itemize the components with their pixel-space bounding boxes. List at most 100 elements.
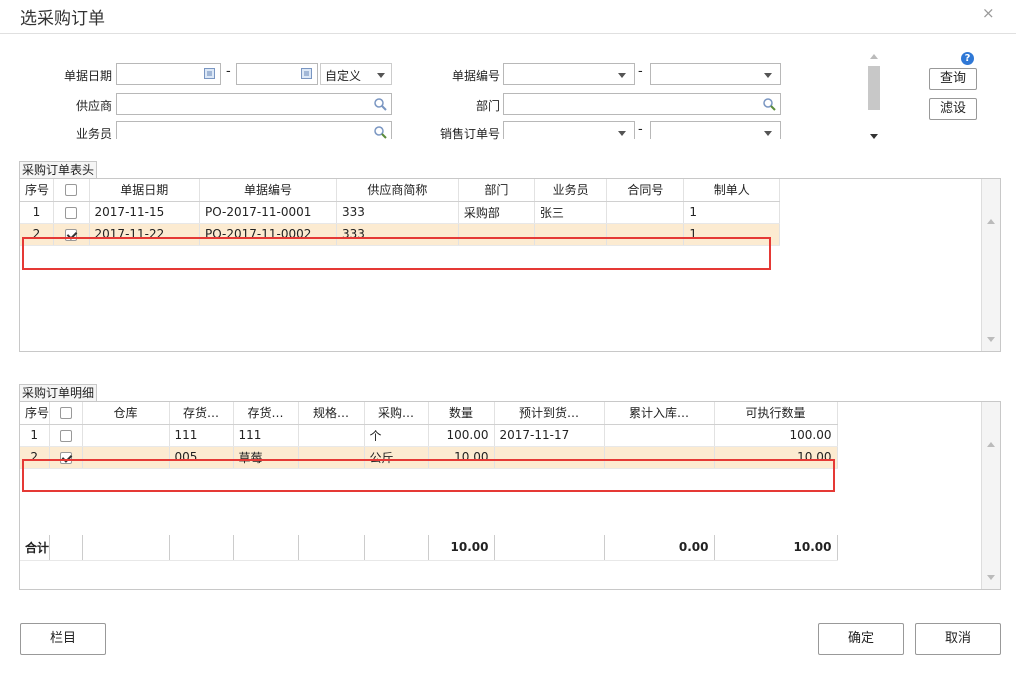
column-header[interactable]: 序号 (20, 179, 54, 202)
checkbox-unchecked[interactable] (59, 429, 72, 442)
total-value: 10.00 (428, 533, 495, 561)
filter-settings-button[interactable]: 滤设 (929, 98, 977, 120)
dept-label: 部门 (475, 99, 500, 113)
total-cell (364, 533, 429, 561)
checkbox-unchecked[interactable] (65, 206, 78, 219)
selected-detail-row-highlight (22, 459, 835, 492)
row-seq: 1 (20, 424, 50, 447)
title-divider (0, 33, 1016, 34)
row-checkbox-cell[interactable] (49, 424, 83, 447)
so-from-select[interactable] (503, 121, 635, 139)
cell-no: PO-2017-11-0001 (199, 201, 337, 224)
total-value: 0.00 (604, 533, 715, 561)
select-all-checkbox[interactable] (65, 184, 78, 197)
column-header[interactable]: 存货… (169, 402, 234, 425)
ok-button[interactable]: 确定 (818, 623, 904, 655)
chevron-down-icon (764, 131, 772, 136)
so-label: 销售订单号 (439, 127, 500, 141)
column-header[interactable] (49, 402, 83, 425)
cell-wh (82, 424, 170, 447)
column-header[interactable]: 制单人 (683, 179, 780, 202)
total-cell (169, 533, 234, 561)
supplier-input[interactable] (116, 93, 392, 115)
cancel-button[interactable]: 取消 (915, 623, 1001, 655)
column-header[interactable]: 单据编号 (199, 179, 337, 202)
table-row[interactable]: 1 2017-11-15 PO-2017-11-0001 333 采购部 张三 1 (20, 201, 780, 224)
columns-button[interactable]: 栏目 (20, 623, 106, 655)
so-dash: - (638, 122, 643, 137)
clerk-input[interactable] (116, 121, 392, 139)
query-button[interactable]: 查询 (929, 68, 977, 90)
chevron-down-icon (618, 73, 626, 78)
search-icon[interactable] (762, 97, 776, 111)
cell-clerk: 张三 (534, 201, 608, 224)
empty-row (20, 512, 837, 534)
total-cell (49, 533, 83, 561)
scroll-down-icon[interactable] (870, 134, 878, 139)
total-cell (494, 533, 605, 561)
detail-grid: 序号 仓库 存货… 存货… 规格… 采购… 数量 预计到货… 累计入库… 可执行数量 1 111 11… (19, 401, 1001, 590)
column-header[interactable]: 累计入库… (604, 402, 715, 425)
total-cell (233, 533, 299, 561)
calendar-icon[interactable] (204, 68, 215, 79)
date-from-input[interactable] (116, 63, 221, 85)
scrollbar-thumb[interactable] (868, 66, 880, 110)
docno-from-select[interactable] (503, 63, 635, 85)
scroll-down-icon[interactable] (987, 337, 995, 342)
total-value: 10.00 (714, 533, 838, 561)
cell-contract (606, 201, 685, 224)
row-checkbox-cell[interactable] (53, 201, 90, 224)
docno-dash: - (638, 64, 643, 79)
total-row: 合计 10.00 0.00 10.00 (20, 533, 838, 561)
chevron-down-icon (618, 131, 626, 136)
dialog-title: 选采购订单 (20, 9, 105, 29)
column-header[interactable]: 数量 (428, 402, 495, 425)
column-header[interactable]: 单据日期 (89, 179, 201, 202)
date-to-input[interactable] (236, 63, 318, 85)
help-icon[interactable]: ? (961, 52, 974, 65)
column-header[interactable]: 仓库 (82, 402, 170, 425)
empty-row (20, 267, 780, 289)
table-row[interactable]: 1 111 111 个 100.00 2017-11-17 100.00 (20, 424, 838, 447)
column-header[interactable]: 合同号 (606, 179, 685, 202)
cell-supplier: 333 (336, 201, 459, 224)
column-header[interactable]: 供应商简称 (336, 179, 459, 202)
select-all-checkbox[interactable] (59, 407, 72, 420)
cell-code: 111 (169, 424, 234, 447)
clerk-label: 业务员 (75, 127, 112, 141)
chevron-down-icon (764, 73, 772, 78)
date-dash: - (226, 64, 231, 79)
chevron-down-icon (377, 73, 385, 78)
filter-scrollbar[interactable] (866, 52, 882, 146)
scroll-down-icon[interactable] (987, 575, 995, 580)
scroll-up-icon[interactable] (987, 442, 995, 447)
search-icon[interactable] (373, 97, 387, 111)
column-header[interactable] (53, 179, 90, 202)
column-header[interactable]: 预计到货… (494, 402, 605, 425)
tab-order-detail[interactable]: 采购订单明细 (19, 384, 98, 401)
column-header[interactable]: 业务员 (534, 179, 608, 202)
search-icon[interactable] (373, 125, 387, 139)
dept-input[interactable] (503, 93, 781, 115)
column-header[interactable]: 序号 (20, 402, 50, 425)
empty-row (20, 289, 780, 311)
close-icon[interactable]: × (982, 4, 995, 22)
calendar-icon[interactable] (301, 68, 312, 79)
column-header[interactable]: 采购… (364, 402, 429, 425)
docno-to-select[interactable] (650, 63, 781, 85)
column-header[interactable]: 可执行数量 (714, 402, 838, 425)
detail-scrollbar[interactable] (981, 402, 1000, 589)
cell-date: 2017-11-15 (89, 201, 201, 224)
header-scrollbar[interactable] (981, 179, 1000, 351)
total-label: 合计 (20, 533, 50, 561)
scroll-up-icon[interactable] (987, 219, 995, 224)
cell-dept: 采购部 (458, 201, 535, 224)
column-header[interactable]: 存货… (233, 402, 299, 425)
column-header[interactable]: 部门 (458, 179, 535, 202)
empty-row (20, 311, 780, 333)
tab-order-header[interactable]: 采购订单表头 (19, 161, 98, 178)
column-header[interactable]: 规格… (298, 402, 365, 425)
scroll-up-icon[interactable] (870, 54, 878, 59)
date-mode-select[interactable]: 自定义 (320, 63, 392, 85)
so-to-select[interactable] (650, 121, 781, 139)
